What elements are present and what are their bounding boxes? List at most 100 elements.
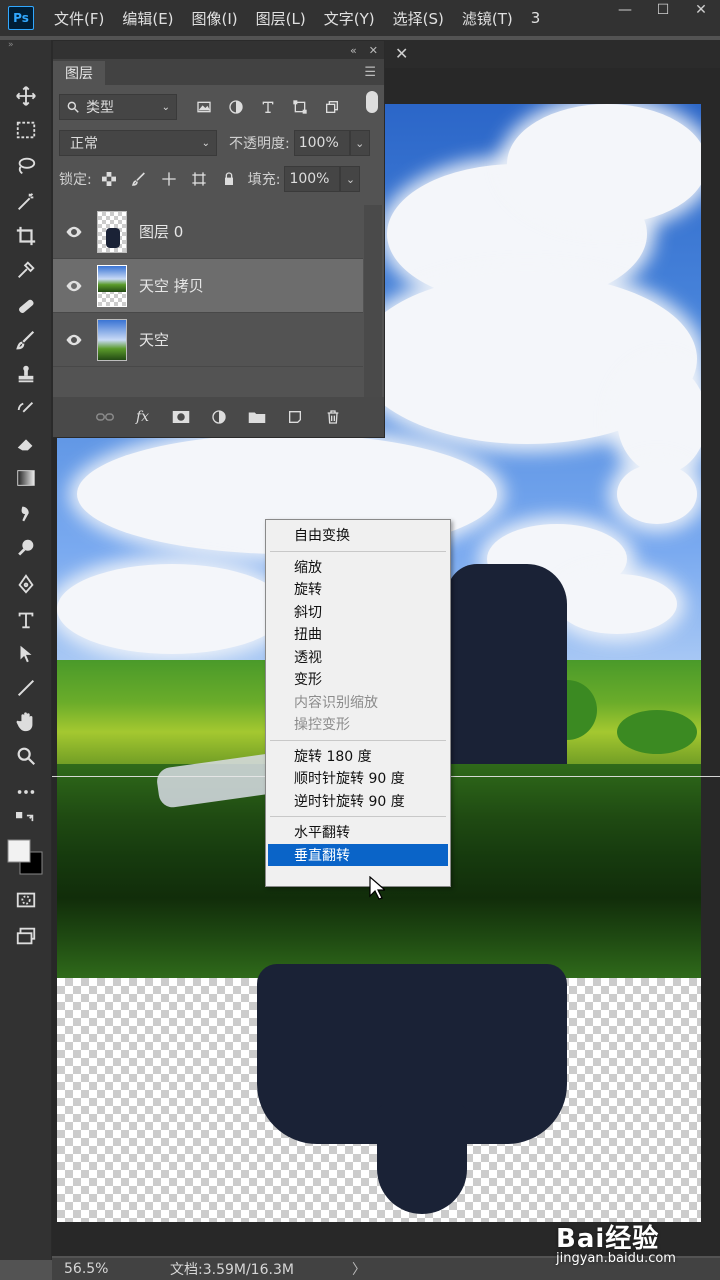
fill-field[interactable]: 100% [284, 166, 341, 192]
menu-item-rotate[interactable]: 旋转 [266, 578, 450, 601]
visibility-eye-icon[interactable] [53, 280, 95, 292]
filter-type-icon[interactable] [259, 98, 277, 116]
menu-item-rotate-90-ccw[interactable]: 逆时针旋转 90 度 [266, 790, 450, 813]
menu-type[interactable]: 文字(Y) [324, 8, 375, 29]
maximize-button[interactable]: ☐ [644, 0, 682, 20]
menu-select[interactable]: 选择(S) [393, 8, 444, 29]
tab-layers[interactable]: 图层 [53, 61, 105, 85]
lock-position-icon[interactable] [160, 170, 178, 188]
collapse-panel-icon[interactable]: « [350, 44, 357, 57]
quick-mask-icon[interactable] [12, 886, 40, 914]
opacity-dropdown-icon[interactable]: ⌄ [349, 130, 370, 156]
stamp-tool-icon[interactable] [12, 360, 40, 388]
pen-tool-icon[interactable] [12, 570, 40, 598]
hand-tool-icon[interactable] [12, 708, 40, 736]
filter-adjustment-icon[interactable] [227, 98, 245, 116]
adjustment-layer-icon[interactable] [209, 407, 229, 427]
close-document-tab-icon[interactable]: ✕ [395, 44, 408, 63]
gradient-tool-icon[interactable] [12, 464, 40, 492]
dodge-tool-icon[interactable] [12, 534, 40, 562]
layer-style-fx-icon[interactable]: fx [133, 407, 153, 427]
menu-3d[interactable]: 3 [531, 9, 541, 27]
link-layers-icon[interactable] [95, 407, 115, 427]
path-selection-tool-icon[interactable] [12, 640, 40, 668]
layers-scrollbar[interactable] [364, 205, 382, 399]
mouse-cursor-icon [369, 876, 385, 900]
line-tool-icon[interactable] [12, 674, 40, 702]
visibility-eye-icon[interactable] [53, 226, 95, 238]
delete-layer-trash-icon[interactable] [323, 407, 343, 427]
watermark-logo: Bai经验 [556, 1224, 660, 1254]
menu-item-rotate-180[interactable]: 旋转 180 度 [266, 745, 450, 768]
menu-separator [270, 816, 446, 817]
menu-file[interactable]: 文件(F) [54, 8, 104, 29]
lock-pixels-icon[interactable] [130, 170, 148, 188]
new-layer-icon[interactable] [285, 407, 305, 427]
smudge-tool-icon[interactable] [12, 500, 40, 528]
person-reflection-head-image [377, 1104, 467, 1214]
filter-smart-object-icon[interactable] [323, 98, 341, 116]
color-swatches-icon[interactable] [6, 838, 46, 878]
close-panel-icon[interactable]: ✕ [369, 44, 378, 57]
transform-context-menu: 自由变换 缩放 旋转 斜切 扭曲 透视 变形 内容识别缩放 操控变形 旋转 18… [265, 519, 451, 887]
more-tools-icon[interactable] [12, 778, 40, 806]
eyedropper-tool-icon[interactable] [12, 256, 40, 284]
crop-tool-icon[interactable] [12, 222, 40, 250]
filter-label: 类型 [86, 100, 114, 116]
layer-name: 天空 [139, 331, 170, 349]
add-mask-icon[interactable] [171, 407, 191, 427]
filter-shape-icon[interactable] [291, 98, 309, 116]
lock-artboard-icon[interactable] [190, 170, 208, 188]
layer-row-sky-copy[interactable]: 天空 拷贝 [53, 259, 363, 313]
marquee-tool-icon[interactable] [12, 116, 40, 144]
menu-separator [270, 739, 446, 741]
swap-colors-icon[interactable] [12, 808, 40, 836]
blend-mode-select[interactable]: 正常 ⌄ [59, 130, 217, 156]
screen-mode-icon[interactable] [12, 922, 40, 950]
visibility-eye-icon[interactable] [53, 334, 95, 346]
lasso-tool-icon[interactable] [12, 152, 40, 180]
move-tool-icon[interactable] [12, 82, 40, 110]
magic-wand-tool-icon[interactable] [12, 188, 40, 216]
filter-toggle-icon[interactable] [366, 91, 378, 113]
status-menu-arrow-icon[interactable]: 〉 [352, 1259, 366, 1279]
layer-name: 图层 0 [139, 223, 184, 241]
chevron-down-icon: ⌄ [161, 101, 170, 113]
lock-all-icon[interactable] [220, 170, 238, 188]
brush-tool-icon[interactable] [12, 326, 40, 354]
layer-filter-select[interactable]: 类型 ⌄ [59, 94, 177, 120]
zoom-level[interactable]: 56.5% [52, 1261, 142, 1277]
fill-dropdown-icon[interactable]: ⌄ [340, 166, 361, 192]
menu-item-flip-vertical[interactable]: 垂直翻转 [268, 843, 448, 866]
menu-item-scale[interactable]: 缩放 [266, 556, 450, 579]
opacity-field[interactable]: 100% [293, 130, 350, 156]
menu-layer[interactable]: 图层(L) [256, 8, 306, 29]
menu-separator [270, 550, 446, 552]
eraser-tool-icon[interactable] [12, 430, 40, 458]
filter-pixel-icon[interactable] [195, 98, 213, 116]
menu-filter[interactable]: 滤镜(T) [462, 8, 513, 29]
layer-row-layer0[interactable]: 图层 0 [53, 205, 363, 259]
new-group-folder-icon[interactable] [247, 407, 267, 427]
menu-item-flip-horizontal[interactable]: 水平翻转 [266, 821, 450, 844]
close-window-button[interactable]: ✕ [682, 0, 720, 20]
menu-item-free-transform[interactable]: 自由变换 [266, 524, 450, 547]
menu-item-perspective[interactable]: 透视 [266, 646, 450, 669]
lock-transparent-icon[interactable] [100, 170, 118, 188]
history-brush-tool-icon[interactable] [12, 396, 40, 424]
toolbar-grip-icon[interactable]: » [0, 40, 51, 56]
layer-thumbnail [97, 210, 127, 253]
menu-item-rotate-90-cw[interactable]: 顺时针旋转 90 度 [266, 767, 450, 790]
menu-edit[interactable]: 编辑(E) [122, 8, 173, 29]
layer-name: 天空 拷贝 [139, 277, 204, 295]
menu-item-warp[interactable]: 变形 [266, 668, 450, 691]
healing-brush-tool-icon[interactable] [12, 292, 40, 320]
menu-item-skew[interactable]: 斜切 [266, 601, 450, 624]
panel-menu-icon[interactable]: ☰ [364, 65, 376, 80]
type-tool-icon[interactable] [12, 606, 40, 634]
zoom-tool-icon[interactable] [12, 742, 40, 770]
menu-item-distort[interactable]: 扭曲 [266, 623, 450, 646]
minimize-button[interactable]: — [606, 0, 644, 20]
menu-image[interactable]: 图像(I) [192, 8, 238, 29]
layer-row-sky[interactable]: 天空 [53, 313, 363, 367]
